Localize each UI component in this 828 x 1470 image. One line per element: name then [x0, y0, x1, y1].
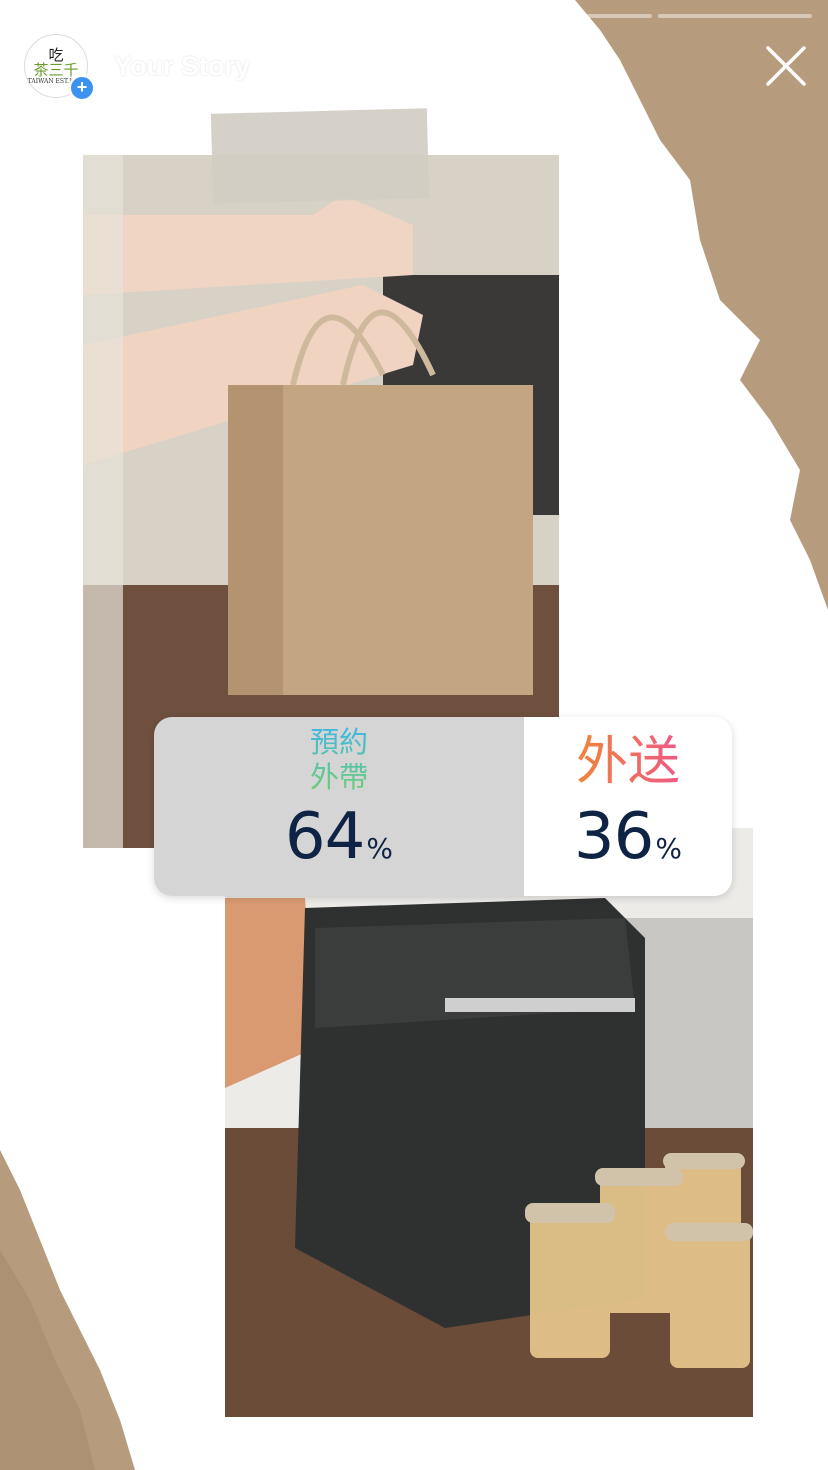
progress-segment: [176, 14, 331, 18]
progress-segment: [497, 14, 652, 18]
poll-percent-value: 36: [573, 800, 654, 874]
poll-percent-value: 64: [284, 800, 365, 874]
story-timestamp: 1h: [268, 51, 296, 80]
poll-option-label: 外送: [576, 727, 680, 801]
story-progress: [16, 14, 813, 18]
progress-segment: [16, 14, 171, 18]
close-icon: [766, 46, 806, 86]
close-button[interactable]: [764, 44, 808, 88]
poll-option-delivery[interactable]: 外送 36 %: [523, 717, 732, 896]
story-owner[interactable]: Your Story: [114, 51, 250, 82]
poll-percent-sign: %: [655, 832, 682, 865]
poll-sticker: 預約 外帶 64 % 外送 36 %: [154, 717, 732, 896]
progress-segment: [657, 14, 813, 18]
story-header: 吃 茶三千 TAIWAN EST.1998 + Your Story 1h: [24, 34, 296, 101]
delivery-bag-photo: [225, 828, 753, 1417]
washi-tape: [210, 108, 430, 204]
avatar[interactable]: 吃 茶三千 TAIWAN EST.1998 +: [24, 34, 95, 101]
poll-percent: 36 %: [574, 805, 682, 869]
poll-option-label: 預約 外帶: [309, 725, 368, 794]
progress-segment: [336, 14, 492, 18]
progress-fill: [16, 14, 171, 18]
poll-percent: 64 %: [285, 805, 393, 869]
progress-fill: [176, 14, 331, 18]
poll-option-takeaway[interactable]: 預約 外帶 64 %: [154, 717, 524, 896]
progress-fill: [497, 14, 525, 18]
progress-fill: [336, 14, 492, 18]
poll-percent-sign: %: [366, 832, 393, 865]
add-story-icon[interactable]: +: [69, 75, 95, 101]
